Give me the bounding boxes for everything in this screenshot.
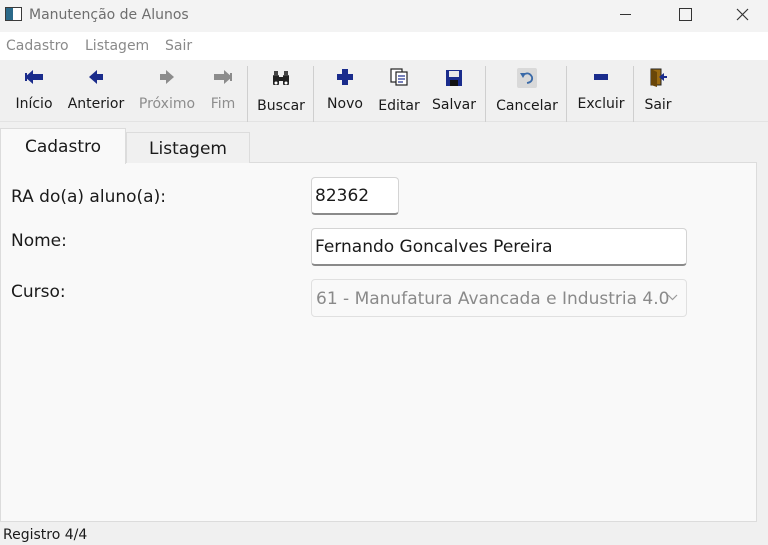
menu-sair[interactable]: Sair <box>165 38 192 54</box>
excluir-button[interactable]: Excluir <box>574 60 628 122</box>
status-bar: Registro 4/4 <box>0 523 768 545</box>
proximo-button[interactable]: Próximo <box>137 60 197 122</box>
close-button[interactable] <box>713 0 768 32</box>
novo-button[interactable]: Novo <box>322 60 368 122</box>
menu-bar: Cadastro Listagem Sair <box>0 32 768 60</box>
toolbar-separator <box>247 66 248 122</box>
anterior-label: Anterior <box>67 96 125 112</box>
fim-label: Fim <box>210 96 236 112</box>
close-icon <box>736 8 749 21</box>
tab-listagem[interactable]: Listagem <box>126 132 250 163</box>
inicio-label: Início <box>15 96 53 112</box>
buscar-label: Buscar <box>257 98 305 114</box>
novo-label: Novo <box>327 96 363 112</box>
minimize-button[interactable] <box>597 0 655 32</box>
status-record-count: Registro 4/4 <box>3 527 88 543</box>
chevron-down-icon <box>667 294 678 301</box>
title-bar: Manutenção de Alunos <box>0 0 768 32</box>
nome-label: Nome: <box>11 231 67 251</box>
toolbar-separator <box>313 66 314 122</box>
tab-cadastro[interactable]: Cadastro <box>0 128 126 164</box>
application-window: Manutenção de Alunos Cadastro Listagem S… <box>0 0 768 545</box>
cancelar-button[interactable]: Cancelar <box>494 60 560 122</box>
editar-button[interactable]: Editar <box>375 60 423 122</box>
plus-icon <box>337 69 353 85</box>
next-record-icon <box>160 70 174 84</box>
maximize-button[interactable] <box>655 0 713 32</box>
salvar-label: Salvar <box>432 97 476 113</box>
excluir-label: Excluir <box>577 96 625 112</box>
curso-label: Curso: <box>11 282 66 302</box>
undo-icon <box>517 68 537 88</box>
toolbar-separator <box>566 66 567 122</box>
toolbar-separator <box>633 66 634 122</box>
ra-label: RA do(a) aluno(a): <box>11 187 166 207</box>
curso-select[interactable]: 61 - Manufatura Avancada e Industria 4.0 <box>311 279 687 317</box>
nome-input[interactable]: Fernando Goncalves Pereira <box>311 228 687 266</box>
exit-door-icon <box>650 68 667 87</box>
menu-cadastro[interactable]: Cadastro <box>6 38 69 54</box>
sair-button[interactable]: Sair <box>640 60 676 122</box>
ra-input[interactable]: 82362 <box>311 177 399 215</box>
last-record-icon <box>214 70 232 84</box>
floppy-disk-icon <box>446 70 462 86</box>
toolbar-separator <box>485 66 486 122</box>
sair-label: Sair <box>644 97 672 113</box>
anterior-button[interactable]: Anterior <box>66 60 126 122</box>
window-title: Manutenção de Alunos <box>29 7 189 23</box>
curso-selected-value: 61 - Manufatura Avancada e Industria 4.0 <box>316 289 670 309</box>
inicio-button[interactable]: Início <box>10 60 58 122</box>
salvar-button[interactable]: Salvar <box>430 60 478 122</box>
cancelar-label: Cancelar <box>496 98 558 114</box>
previous-record-icon <box>89 70 103 84</box>
minus-icon <box>594 74 608 80</box>
fim-button[interactable]: Fim <box>205 60 241 122</box>
menu-listagem[interactable]: Listagem <box>85 38 149 54</box>
cadastro-panel: RA do(a) aluno(a): 82362 Nome: Fernando … <box>0 162 757 522</box>
edit-document-icon <box>390 68 408 86</box>
first-record-icon <box>25 70 43 84</box>
buscar-button[interactable]: Buscar <box>255 60 307 122</box>
proximo-label: Próximo <box>138 96 196 112</box>
editar-label: Editar <box>378 98 420 114</box>
binoculars-icon <box>273 71 289 85</box>
toolbar: Início Anterior Próximo Fim Buscar Novo … <box>0 60 768 122</box>
app-icon <box>5 7 22 21</box>
